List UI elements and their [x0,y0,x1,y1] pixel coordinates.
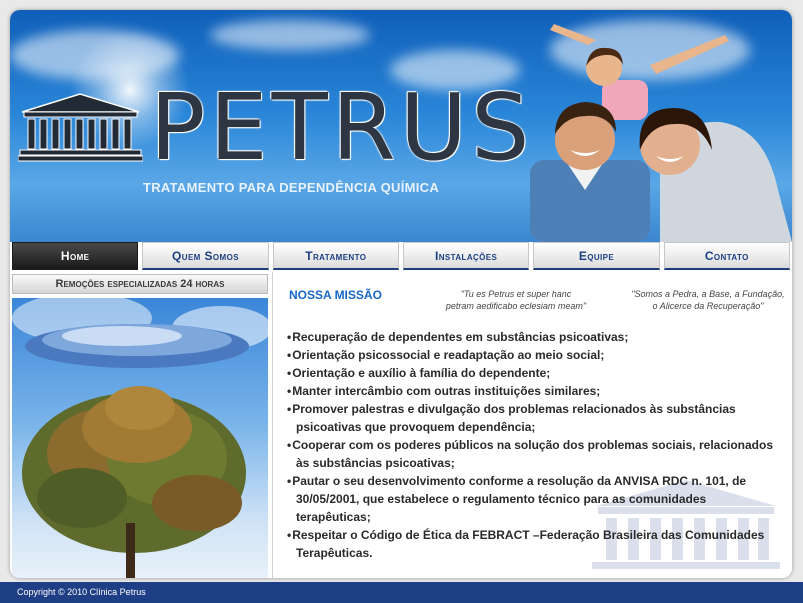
remocoes-button[interactable]: Remoções especializadas 24 horas [12,274,268,294]
footer: Copyright © 2010 Clínica Petrus [0,582,803,603]
nav-quem-somos[interactable]: Quem Somos [142,242,269,270]
brand-wordmark[interactable]: PETRUS [150,82,533,174]
list-item: Recuperação de dependentes em substância… [287,328,781,346]
tree-photo [12,298,268,578]
header-tagline: TRATAMENTO PARA DEPENDÊNCIA QUÍMICA [143,180,440,195]
list-item: Promover palestras e divulgação dos prob… [287,400,781,436]
nav-contato[interactable]: Contato [663,242,790,270]
quote-latin: "Tu es Petrus et super hanc petram aedif… [441,288,591,312]
header-banner: PETRUS TRATAMENTO PARA DEPENDÊNCIA QUÍMI… [10,10,792,242]
quote-portuguese: "Somos a Pedra, a Base, a Fundação, o Al… [623,288,792,312]
nav-home[interactable]: Home [12,242,139,270]
nav-instalacoes[interactable]: Instalações [402,242,530,270]
list-item: Cooperar com os poderes públicos na solu… [287,436,781,472]
temple-logo-icon[interactable] [18,90,143,162]
cloud-image [10,30,180,80]
list-item: Manter intercâmbio com outras instituiçõ… [287,382,781,400]
list-item: Orientação psicossocial e readaptação ao… [287,346,781,364]
list-item: Orientação e auxílio à família do depend… [287,364,781,382]
quote-latin-line1: "Tu es Petrus et super hanc [460,289,572,299]
nav-equipe[interactable]: Equipe [533,242,660,270]
mission-title: NOSSA MISSÃO [289,288,382,302]
main-content: NOSSA MISSÃO "Tu es Petrus et super hanc… [272,272,792,578]
cloud-image [210,20,370,50]
quote-portuguese-line1: "Somos a Pedra, a Base, a Fundação, [631,289,785,299]
mission-list: Recuperação de dependentes em substância… [287,328,781,562]
main-nav: Home Quem Somos Tratamento Instalações E… [10,242,792,272]
sidebar: Remoções especializadas 24 horas [10,272,270,578]
list-item: Pautar o seu desenvolvimento conforme a … [287,472,781,526]
tree-image [12,298,268,578]
quote-portuguese-line2: o Alicerce da Recuperação" [652,301,764,311]
page-frame: PETRUS TRATAMENTO PARA DEPENDÊNCIA QUÍMI… [10,10,792,578]
copyright-text: Copyright © 2010 Clínica Petrus [17,587,146,597]
quote-latin-line2: petram aedificabo eclesiam meam" [445,301,587,311]
list-item: Respeitar o Código de Ética da FEBRACT –… [287,526,781,562]
nav-tratamento[interactable]: Tratamento [272,242,399,270]
family-photo [530,24,792,242]
